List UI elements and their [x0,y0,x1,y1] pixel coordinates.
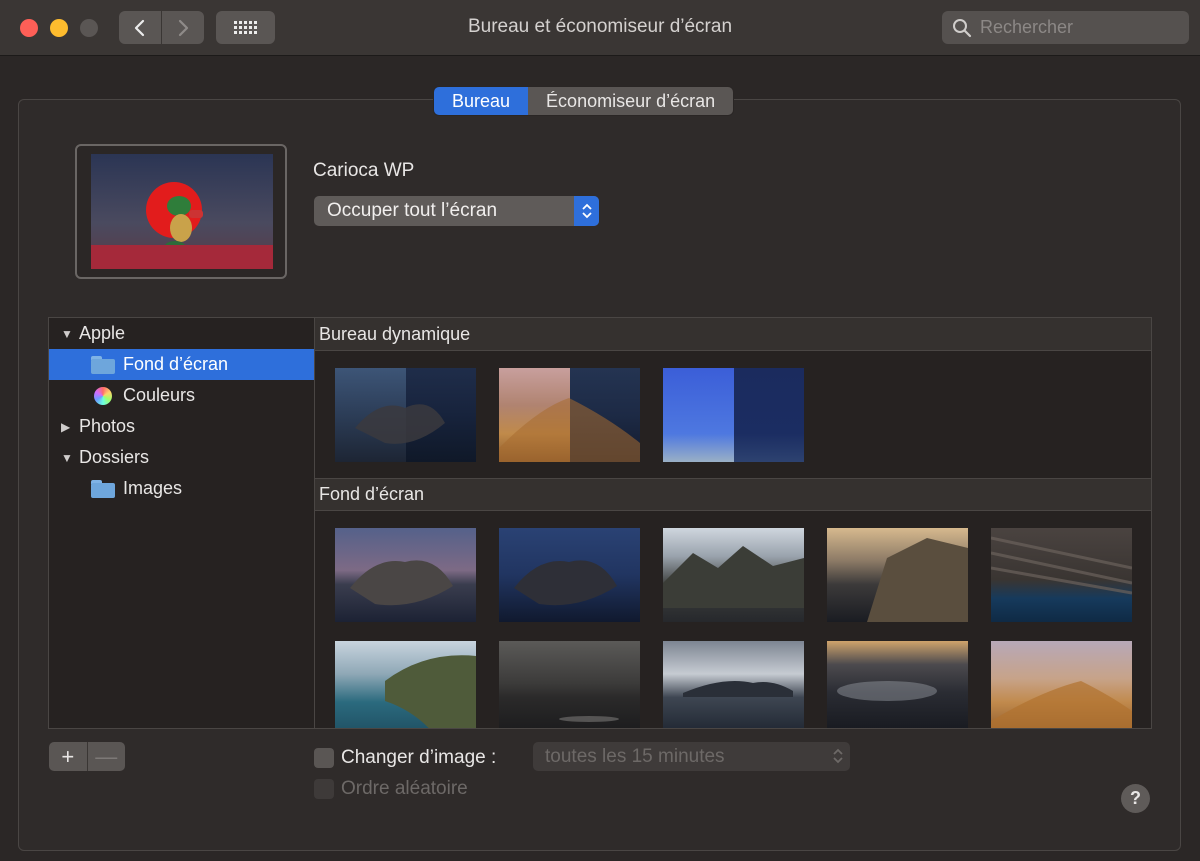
tab-bar: Bureau Économiseur d’écran [433,86,735,116]
show-all-button[interactable] [216,11,275,44]
source-label: Dossiers [79,447,150,467]
search-icon [953,18,972,37]
source-label: Photos [79,416,136,436]
interval-popup[interactable]: toutes les 15 minutes [533,742,850,771]
source-item-images[interactable]: Images [49,473,314,504]
thumbnail-coastline[interactable] [335,641,476,728]
source-label: Couleurs [123,385,196,405]
wallpaper-name: Carioca WP [313,160,415,181]
thumbnail-rock-layers[interactable] [991,528,1132,622]
color-wheel-icon [94,386,112,405]
folder-icon [91,355,115,374]
thumbnail-storm-sea[interactable] [499,641,640,728]
disclosure-closed-icon[interactable]: ▶ [61,420,73,434]
search-field[interactable] [942,11,1189,44]
thumbnail-misty-islands[interactable] [827,641,968,728]
minimize-window-button[interactable] [50,19,68,37]
source-item-couleurs[interactable]: Couleurs [49,380,314,411]
source-label: Apple [79,323,126,343]
fit-option-popup[interactable]: Occuper tout l’écran [314,196,599,226]
thumbnail-catalina-evening[interactable] [499,528,640,622]
source-list: ▼ Apple Fond d’écran Couleurs ▶ Photos ▼… [48,317,315,729]
remove-folder-button[interactable]: — [86,742,126,771]
change-picture-label: Changer d’image : [341,747,497,768]
help-button[interactable]: ? [1121,784,1150,813]
back-button[interactable] [119,11,162,44]
thumbnail-catalina-day[interactable] [335,528,476,622]
source-label: Fond d’écran [123,354,229,374]
window-title: Bureau et économiseur d’écran [467,16,733,37]
chevron-right-icon [178,19,189,36]
close-window-button[interactable] [20,19,38,37]
search-input[interactable] [980,17,1180,38]
title-bar: Bureau et économiseur d’écran [0,0,1200,56]
grid-icon [233,20,257,34]
thumbnail-cliff-sunset[interactable] [827,528,968,622]
tab-screensaver[interactable]: Économiseur d’écran [528,87,734,115]
thumbnail-catalina-dynamic[interactable] [335,368,476,462]
thumbnail-solar-gradient-dynamic[interactable] [663,368,804,462]
zoom-window-button[interactable] [80,19,98,37]
chevron-left-icon [134,19,145,36]
source-group-apple[interactable]: ▼ Apple [49,318,314,349]
image-browser: Bureau dynamique Fond d’écran [314,317,1152,729]
thumbnail-island-clouds[interactable] [663,641,804,728]
thumbnail-mojave-dynamic[interactable] [499,368,640,462]
random-order-checkbox[interactable] [314,779,334,799]
wallpaper-preview [75,144,287,279]
chevron-updown-icon [833,748,843,764]
thumbnail-mountain-coast[interactable] [663,528,804,622]
random-order-label: Ordre aléatoire [341,778,468,799]
chevron-updown-icon [574,196,599,226]
thumbnail-mojave-dunes[interactable] [991,641,1132,728]
source-item-fond-ecran[interactable]: Fond d’écran [49,349,314,380]
add-remove-buttons: + — [49,742,125,771]
folder-icon [91,479,115,498]
tab-bureau[interactable]: Bureau [434,87,529,115]
section-header-dynamic: Bureau dynamique [315,318,1151,351]
source-group-photos[interactable]: ▶ Photos [49,411,314,442]
interval-value: toutes les 15 minutes [545,745,725,767]
fit-option-value: Occuper tout l’écran [327,200,498,221]
source-label: Images [123,478,183,498]
disclosure-open-icon[interactable]: ▼ [61,451,73,465]
source-group-dossiers[interactable]: ▼ Dossiers [49,442,314,473]
add-folder-button[interactable]: + [49,742,87,771]
navigation-buttons [119,11,204,44]
preview-image [91,154,273,269]
forward-button[interactable] [162,11,204,44]
change-picture-checkbox[interactable] [314,748,334,768]
section-header-wallpapers: Fond d’écran [315,478,1151,511]
disclosure-open-icon[interactable]: ▼ [61,327,73,341]
